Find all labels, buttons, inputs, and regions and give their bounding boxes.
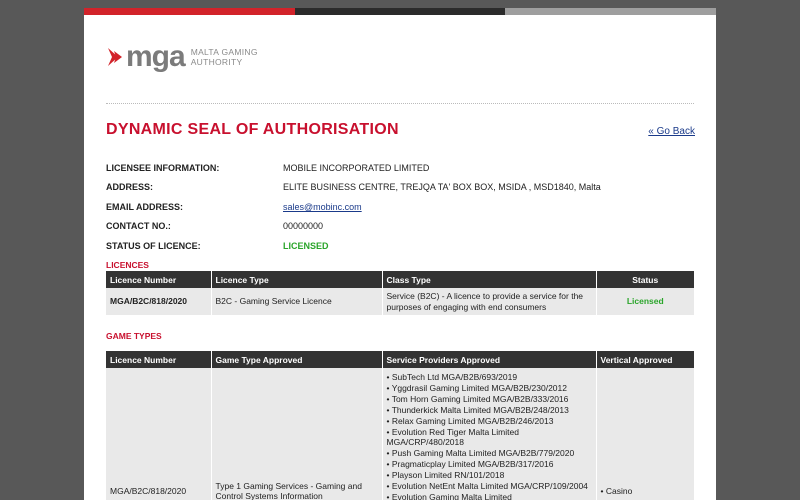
col-licence-type: Licence Type <box>211 271 383 288</box>
table-header-row: Licence Number Game Type Approved Servic… <box>106 351 694 368</box>
top-bar-red <box>84 8 295 15</box>
table-row: MGA/B2C/818/2020 Type 1 Gaming Services … <box>106 368 694 500</box>
go-back-link[interactable]: « Go Back <box>648 126 695 137</box>
list-item: Yggdrasil Gaming Limited MGA/B2B/230/201… <box>387 383 592 394</box>
providers-list: SubTech Ltd MGA/B2B/693/2019 Yggdrasil G… <box>387 372 592 500</box>
providers-cell: SubTech Ltd MGA/B2B/693/2019 Yggdrasil G… <box>382 368 597 500</box>
seal-card: mga MALTA GAMING AUTHORITY DYNAMIC SEAL … <box>84 8 716 500</box>
vertical-cell: • Casino <box>596 368 694 500</box>
info-row-address: ADDRESS: ELITE BUSINESS CENTRE, TREJQA T… <box>106 182 601 193</box>
top-bar-gray <box>505 8 716 15</box>
list-item: Pragmaticplay Limited MGA/B2B/317/2016 <box>387 459 592 470</box>
page-title: DYNAMIC SEAL OF AUTHORISATION <box>106 121 399 138</box>
status-badge: LICENSED <box>283 240 329 251</box>
game-types-heading: GAME TYPES <box>106 331 162 341</box>
email-link[interactable]: sales@mobinc.com <box>283 202 362 212</box>
col-vertical: Vertical Approved <box>596 351 694 368</box>
col-game-type: Game Type Approved <box>211 351 383 368</box>
col-status: Status <box>596 271 694 288</box>
table-header-row: Licence Number Licence Type Class Type S… <box>106 271 694 288</box>
licence-number-cell: MGA/B2C/818/2020 <box>106 288 212 315</box>
logo-subtitle: MALTA GAMING AUTHORITY <box>190 47 258 67</box>
mga-logo: mga MALTA GAMING AUTHORITY <box>108 42 258 72</box>
status-cell: Licensed <box>596 288 694 315</box>
licensee-info: LICENSEE INFORMATION: MOBILE INCORPORATE… <box>106 158 696 256</box>
table-row: MGA/B2C/818/2020 B2C - Gaming Service Li… <box>106 288 694 315</box>
list-item: Relax Gaming Limited MGA/B2B/246/2013 <box>387 416 592 427</box>
list-item: SubTech Ltd MGA/B2B/693/2019 <box>387 372 592 383</box>
col-licence-number: Licence Number <box>106 271 212 288</box>
color-top-bar <box>84 8 716 15</box>
col-service-providers: Service Providers Approved <box>382 351 597 368</box>
game-types-table: Licence Number Game Type Approved Servic… <box>106 351 694 500</box>
logo-wordmark: mga <box>126 40 186 73</box>
contact-value: 00000000 <box>283 221 324 232</box>
address-value: ELITE BUSINESS CENTRE, TREJQA TA' BOX BO… <box>283 182 601 193</box>
game-type-cell: Type 1 Gaming Services - Gaming and Cont… <box>211 368 383 500</box>
list-item: Evolution Red Tiger Malta Limited MGA/CR… <box>387 427 592 449</box>
info-row-status: STATUS OF LICENCE: LICENSED <box>106 240 329 251</box>
licences-heading: LICENCES <box>106 260 149 270</box>
list-item: Evolution NetEnt Malta Limited MGA/CRP/1… <box>387 481 592 492</box>
class-type-cell: Service (B2C) - A licence to provide a s… <box>382 288 597 315</box>
top-bar-dark <box>295 8 505 15</box>
list-item: Evolution Gaming Malta Limited <box>387 492 592 500</box>
licences-table: Licence Number Licence Type Class Type S… <box>106 271 694 315</box>
list-item: Thunderkick Malta Limited MGA/B2B/248/20… <box>387 405 592 416</box>
game-licence-number-cell: MGA/B2C/818/2020 <box>106 368 212 500</box>
info-row-contact: CONTACT NO.: 00000000 <box>106 221 324 232</box>
info-row-email: EMAIL ADDRESS: sales@mobinc.com <box>106 201 362 212</box>
col-licence-number: Licence Number <box>106 351 212 368</box>
maltese-cross-icon <box>108 42 122 72</box>
licensee-name: MOBILE INCORPORATED LIMITED <box>283 162 430 173</box>
info-row-licensee: LICENSEE INFORMATION: MOBILE INCORPORATE… <box>106 162 430 173</box>
list-item: Tom Horn Gaming Limited MGA/B2B/333/2016 <box>387 394 592 405</box>
dotted-divider <box>106 103 694 104</box>
list-item: Playson Limited RN/101/2018 <box>387 470 592 481</box>
list-item: Push Gaming Malta Limited MGA/B2B/779/20… <box>387 448 592 459</box>
licence-type-cell: B2C - Gaming Service Licence <box>211 288 383 315</box>
col-class-type: Class Type <box>382 271 597 288</box>
